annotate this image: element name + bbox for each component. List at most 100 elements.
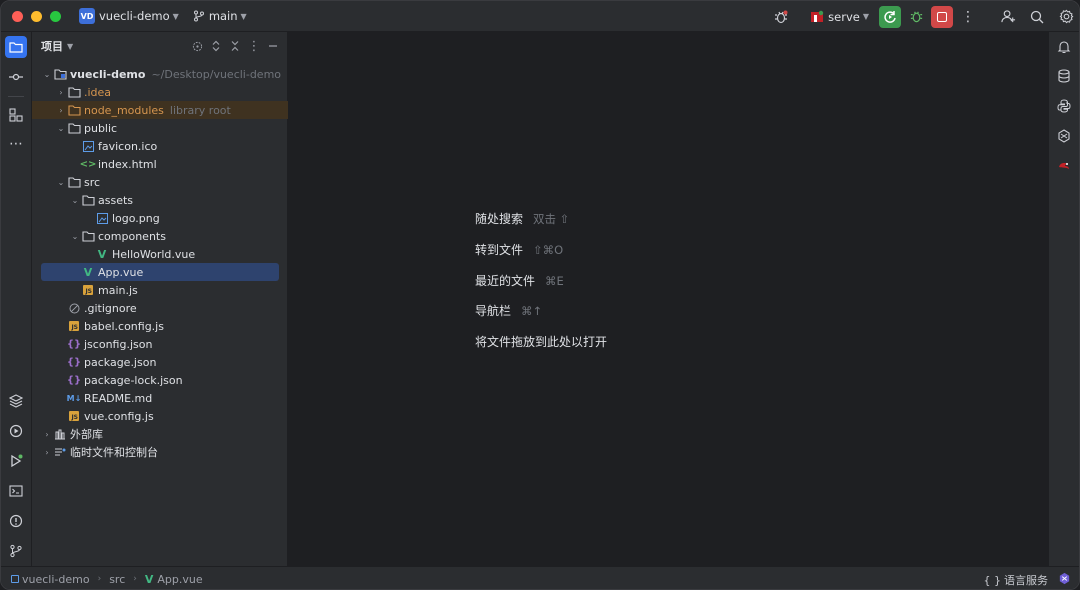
chevron-down-icon[interactable]: ⌄ <box>55 178 67 187</box>
chevron-down-icon[interactable]: ▼ <box>863 12 869 21</box>
tree-row-components[interactable]: ⌄ components <box>32 227 288 245</box>
chevron-down-icon[interactable]: ⌄ <box>69 232 81 241</box>
database-button[interactable] <box>1053 65 1075 87</box>
breadcrumb-dir[interactable]: src <box>109 573 125 586</box>
expand-all-icon[interactable] <box>208 36 224 56</box>
commit-tool-button[interactable] <box>5 66 27 88</box>
options-icon[interactable]: ⋮ <box>246 36 262 56</box>
tree-row-scratches[interactable]: › 临时文件和控制台 <box>32 443 288 461</box>
hint-label: 随处搜索 <box>475 212 524 226</box>
tree-row-package-json[interactable]: {} package.json <box>32 353 288 371</box>
json-file-icon: {} <box>66 338 82 350</box>
chevron-down-icon[interactable]: ▼ <box>67 42 73 51</box>
tree-label: 临时文件和控制台 <box>70 446 158 459</box>
add-user-icon[interactable] <box>997 6 1019 28</box>
json-file-icon: {} <box>66 374 82 386</box>
tree-row-readme[interactable]: M↓ README.md <box>32 389 288 407</box>
chevron-down-icon[interactable]: ▼ <box>241 12 247 21</box>
tree-label: .gitignore <box>84 301 137 315</box>
project-tool-button[interactable] <box>5 36 27 58</box>
tree-row-node-modules[interactable]: › node_modules library root <box>32 101 288 119</box>
search-icon[interactable] <box>1026 6 1048 28</box>
ai-status-icon[interactable] <box>1058 572 1071 588</box>
tree-label: assets <box>98 193 134 207</box>
chevron-down-icon[interactable]: ⌄ <box>55 124 67 133</box>
collapse-all-icon[interactable] <box>227 36 243 56</box>
layers-tool-button[interactable] <box>5 390 27 412</box>
branch-name[interactable]: main <box>209 9 238 23</box>
status-bar-right: { } 语言服务 <box>984 567 1072 589</box>
more-actions-icon[interactable]: ⋮ <box>957 6 979 28</box>
services-tool-button[interactable] <box>5 420 27 442</box>
chevron-right-icon[interactable]: › <box>55 106 67 115</box>
hint-shortcut: ⌘↑ <box>521 304 543 318</box>
plugin-button[interactable] <box>1053 155 1075 177</box>
git-tool-button[interactable] <box>5 540 27 562</box>
tree-label: README.md <box>84 391 153 405</box>
project-name[interactable]: vuecli-demo <box>99 9 170 23</box>
tree-row-assets[interactable]: ⌄ assets <box>32 191 288 209</box>
tree-label: components <box>98 229 166 243</box>
tree-row-src[interactable]: ⌄ src <box>32 173 288 191</box>
vue-file-icon: V <box>144 572 154 586</box>
ide-window: VD vuecli-demo ▼ main ▼ serve ▼ ⋮ ⋯ 项目 ▼… <box>0 0 1080 590</box>
window-controls <box>12 10 61 22</box>
chevron-down-icon[interactable]: ⌄ <box>41 70 53 79</box>
stop-button[interactable] <box>931 5 953 28</box>
tree-row-project-root[interactable]: ⌄ vuecli-demo ~/Desktop/vuecli-demo <box>32 65 288 83</box>
status-bar: vuecli-demo › src › V App.vue { } 语言服务 <box>1 566 1079 589</box>
tree-row-logo-png[interactable]: logo.png <box>32 209 288 227</box>
tree-row-vue-config[interactable]: JS vue.config.js <box>32 407 288 425</box>
chevron-down-icon[interactable]: ⌄ <box>69 196 81 205</box>
stop-icon <box>937 11 947 22</box>
vue-file-icon: V <box>97 247 107 261</box>
run-tool-button[interactable] <box>5 450 27 472</box>
left-tool-strip: ⋯ <box>1 32 32 566</box>
notifications-button[interactable] <box>1053 36 1075 58</box>
project-badge[interactable]: VD <box>79 8 95 24</box>
chevron-right-icon[interactable]: › <box>55 88 67 97</box>
editor-empty-area[interactable]: 随处搜索 双击 ⇧ 转到文件 ⇧⌘O 最近的文件 ⌘E 导航栏 ⌘↑ 将文件拖放到此处以… <box>289 32 1049 566</box>
rerun-button[interactable] <box>879 5 901 28</box>
tree-row-idea[interactable]: › .idea <box>32 83 288 101</box>
language-services-widget[interactable]: { } 语言服务 <box>984 572 1049 588</box>
terminal-tool-button[interactable] <box>5 480 27 502</box>
tree-row-public[interactable]: ⌄ public <box>32 119 288 137</box>
ai-assistant-button[interactable] <box>1053 125 1075 147</box>
tree-row-babel-config[interactable]: JS babel.config.js <box>32 317 288 335</box>
tree-label: .idea <box>84 85 112 99</box>
tree-row-package-lock[interactable]: {} package-lock.json <box>32 371 288 389</box>
tree-row-external-libraries[interactable]: › 外部库 <box>32 425 288 443</box>
python-console-button[interactable] <box>1053 95 1075 117</box>
chevron-right-icon[interactable]: › <box>41 430 53 439</box>
chevron-right-icon[interactable]: › <box>41 448 53 457</box>
tree-row-main-js[interactable]: JS main.js <box>32 281 288 299</box>
tree-row-helloworld-vue[interactable]: V HelloWorld.vue <box>32 245 288 263</box>
gear-icon[interactable] <box>1055 6 1077 28</box>
locate-icon[interactable] <box>189 36 205 56</box>
tree-label: package.json <box>84 355 157 369</box>
tree-row-app-vue[interactable]: V App.vue <box>41 263 279 281</box>
tree-row-index-html[interactable]: <> index.html <box>32 155 288 173</box>
breadcrumb-file[interactable]: App.vue <box>157 573 202 586</box>
tree-row-jsconfig[interactable]: {} jsconfig.json <box>32 335 288 353</box>
close-window-button[interactable] <box>12 10 23 22</box>
hide-panel-icon[interactable] <box>265 36 281 56</box>
project-panel-title[interactable]: 项目 <box>41 38 63 54</box>
zoom-window-button[interactable] <box>50 10 61 22</box>
commit-icon <box>9 73 23 81</box>
debug-button[interactable] <box>905 6 927 28</box>
problems-tool-button[interactable] <box>5 510 27 532</box>
tree-row-gitignore[interactable]: .gitignore <box>32 299 288 317</box>
tree-row-favicon[interactable]: favicon.ico <box>32 137 288 155</box>
chevron-down-icon[interactable]: ▼ <box>173 12 179 21</box>
folder-icon <box>81 193 95 207</box>
more-tools-button[interactable]: ⋯ <box>5 133 27 155</box>
run-config-name[interactable]: serve <box>828 10 860 24</box>
minimize-window-button[interactable] <box>31 10 42 22</box>
markdown-file-icon: M↓ <box>66 393 82 403</box>
structure-tool-button[interactable] <box>5 104 27 126</box>
project-folder-icon <box>53 67 67 81</box>
debug-off-icon[interactable] <box>770 6 792 28</box>
breadcrumb-project[interactable]: vuecli-demo <box>22 573 90 586</box>
